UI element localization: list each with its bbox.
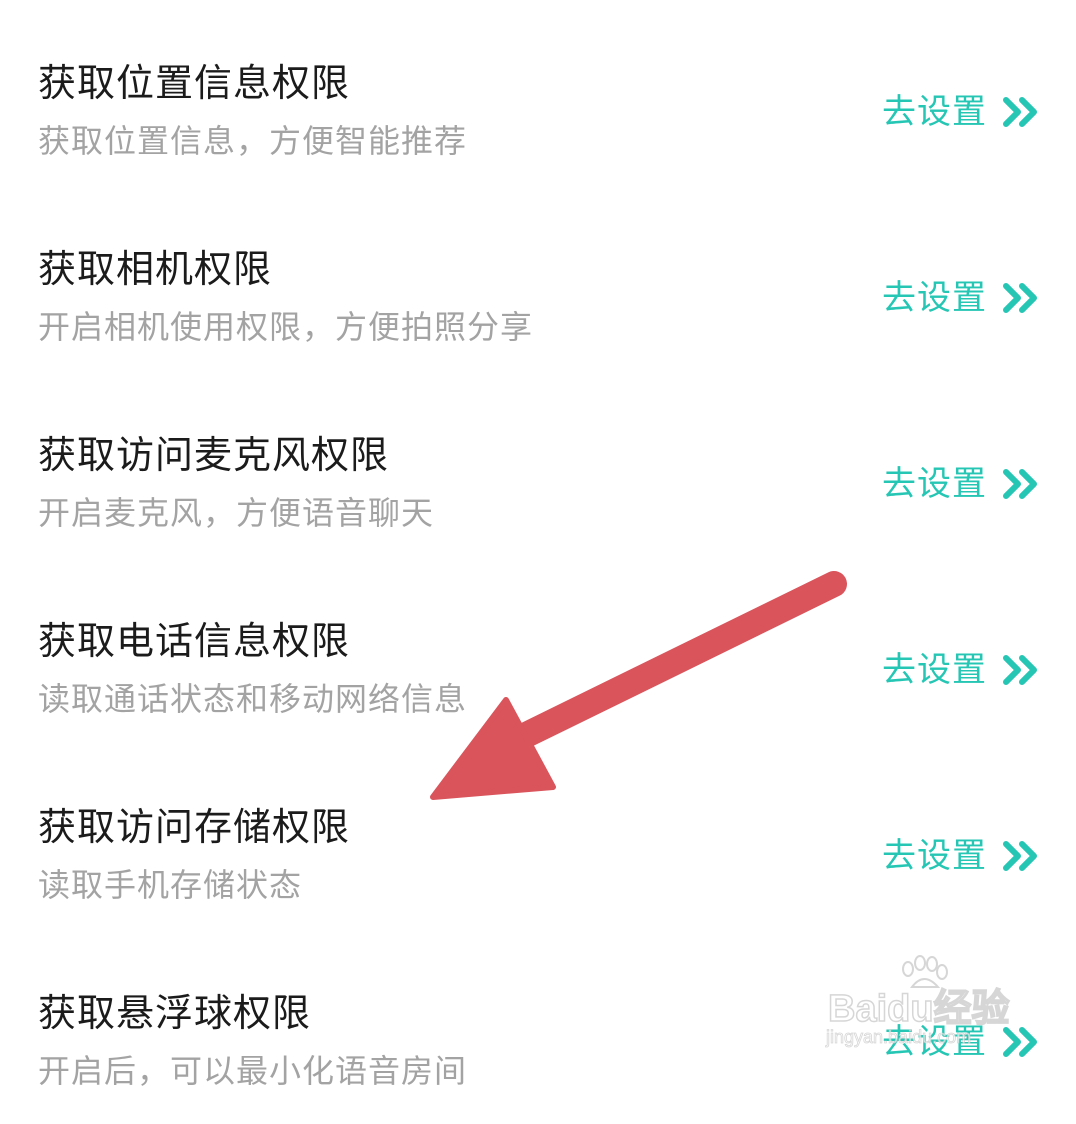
permission-list: 获取位置信息权限 获取位置信息，方便智能推荐 去设置 获取相机权限 开启相机使用…	[0, 0, 1076, 1090]
permission-row-camera: 获取相机权限 开启相机使用权限，方便拍照分享 去设置	[0, 194, 1076, 380]
double-chevron-right-icon	[1003, 655, 1037, 685]
double-chevron-right-icon	[1003, 841, 1037, 871]
go-settings-label: 去设置	[882, 92, 987, 132]
permission-row-storage: 获取访问存储权限 读取手机存储状态 去设置	[0, 752, 1076, 938]
permission-row-floating-ball: 获取悬浮球权限 开启后，可以最小化语音房间 去设置	[0, 938, 1076, 1124]
go-settings-label: 去设置	[882, 464, 987, 504]
go-settings-label: 去设置	[882, 278, 987, 318]
permission-row-phone: 获取电话信息权限 读取通话状态和移动网络信息 去设置	[0, 566, 1076, 752]
go-settings-label: 去设置	[882, 650, 987, 690]
double-chevron-right-icon	[1003, 97, 1037, 127]
go-settings-button[interactable]: 去设置	[882, 644, 1041, 696]
go-settings-button[interactable]: 去设置	[882, 458, 1041, 510]
go-settings-button[interactable]: 去设置	[882, 272, 1041, 324]
permission-description: 开启相机使用权限，方便拍照分享	[38, 308, 534, 346]
permission-description: 读取手机存储状态	[38, 866, 303, 904]
permission-title: 获取悬浮球权限	[38, 991, 312, 1035]
permission-title: 获取相机权限	[38, 247, 273, 291]
go-settings-button[interactable]: 去设置	[882, 1016, 1041, 1068]
permission-description: 获取位置信息，方便智能推荐	[38, 122, 468, 160]
go-settings-label: 去设置	[882, 1022, 987, 1062]
permission-description: 开启后，可以最小化语音房间	[38, 1052, 468, 1090]
permission-description: 读取通话状态和移动网络信息	[38, 680, 468, 718]
permission-title: 获取访问麦克风权限	[38, 433, 390, 477]
permission-row-microphone: 获取访问麦克风权限 开启麦克风，方便语音聊天 去设置	[0, 380, 1076, 566]
double-chevron-right-icon	[1003, 283, 1037, 313]
permission-title: 获取访问存储权限	[38, 805, 351, 849]
permission-title: 获取位置信息权限	[38, 61, 351, 105]
permission-description: 开启麦克风，方便语音聊天	[38, 494, 435, 532]
go-settings-label: 去设置	[882, 836, 987, 876]
go-settings-button[interactable]: 去设置	[882, 86, 1041, 138]
double-chevron-right-icon	[1003, 469, 1037, 499]
permission-row-location: 获取位置信息权限 获取位置信息，方便智能推荐 去设置	[0, 8, 1076, 194]
permission-title: 获取电话信息权限	[38, 619, 351, 663]
go-settings-button[interactable]: 去设置	[882, 830, 1041, 882]
double-chevron-right-icon	[1003, 1027, 1037, 1057]
